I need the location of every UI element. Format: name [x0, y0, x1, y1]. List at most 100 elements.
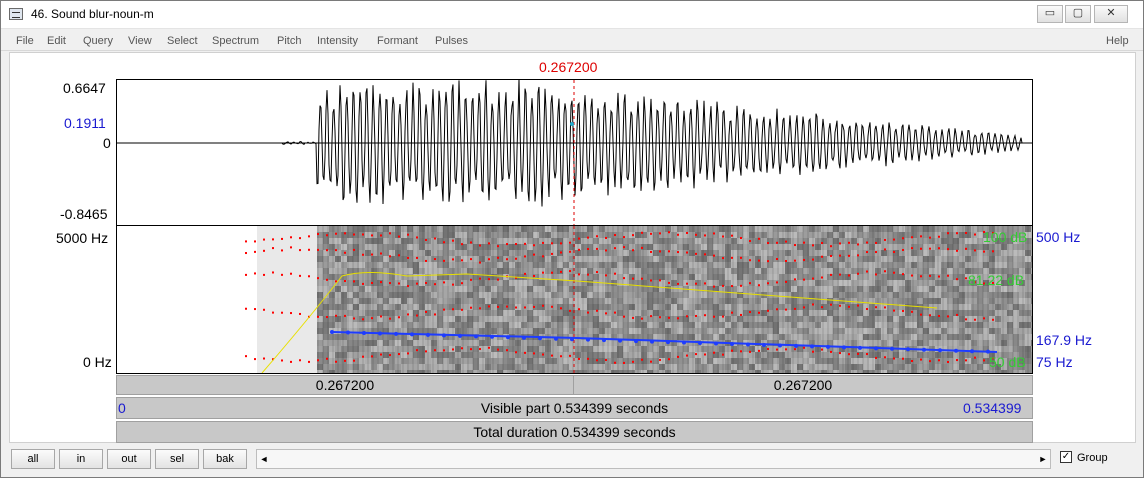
- formant-dot: [263, 273, 265, 276]
- formant-dot: [983, 250, 985, 253]
- minimize-button[interactable]: ▭: [1037, 5, 1063, 23]
- total-duration-bar[interactable]: Total duration 0.534399 seconds: [116, 421, 1033, 443]
- pitch-point: [586, 337, 590, 342]
- spectrogram-cell: [287, 274, 293, 280]
- formant-dot: [299, 274, 301, 277]
- formant-dot: [848, 353, 850, 356]
- menu-select[interactable]: Select: [167, 35, 198, 47]
- formant-dot: [533, 274, 535, 277]
- spectrogram-cell: [293, 310, 299, 316]
- formant-dot: [254, 272, 256, 275]
- spectrogram-cell: [1031, 346, 1032, 352]
- formant-dot: [434, 237, 436, 240]
- spectrogram-cell: [299, 256, 305, 262]
- spectrogram-cell: [299, 280, 305, 286]
- formant-dot: [362, 233, 364, 236]
- formant-dot: [902, 309, 904, 312]
- spectrogram-cell: [311, 322, 317, 328]
- formant-dot: [722, 315, 724, 318]
- formant-dot: [542, 271, 544, 274]
- formant-dot: [911, 247, 913, 250]
- time-scrollbar[interactable]: ◄ ►: [256, 449, 1051, 469]
- formant-dot: [344, 251, 346, 254]
- formant-dot: [452, 258, 454, 261]
- formant-dot: [326, 234, 328, 237]
- formant-dot: [695, 252, 697, 255]
- menu-pulses[interactable]: Pulses: [435, 35, 468, 47]
- menu-pitch[interactable]: Pitch: [277, 35, 301, 47]
- menu-file[interactable]: File: [16, 35, 34, 47]
- formant-dot: [821, 242, 823, 245]
- formant-dot: [740, 236, 742, 239]
- formant-dot: [560, 355, 562, 358]
- pitch-point: [394, 331, 398, 336]
- visible-start-time: 0: [118, 400, 126, 416]
- zoom-in-button[interactable]: in: [59, 449, 103, 469]
- waveform-plot: [117, 78, 1032, 225]
- menu-formant[interactable]: Formant: [377, 35, 418, 47]
- spectrogram-cell: [281, 226, 287, 232]
- spectrogram-cell: [305, 310, 311, 316]
- spectrogram-cell: [305, 364, 311, 370]
- spectrogram-cell: [293, 250, 299, 256]
- formant-dot: [560, 307, 562, 310]
- formant-dot: [470, 278, 472, 281]
- spectrogram-striation: [427, 226, 429, 373]
- spectrogram-cell: [281, 298, 287, 304]
- menu-help[interactable]: Help: [1106, 35, 1129, 47]
- menu-query[interactable]: Query: [83, 35, 113, 47]
- formant-dot: [875, 273, 877, 276]
- close-button[interactable]: ✕: [1094, 5, 1128, 23]
- scroll-right-icon[interactable]: ►: [1036, 450, 1050, 468]
- menu-view[interactable]: View: [128, 35, 152, 47]
- formant-dot: [686, 251, 688, 254]
- formant-dot: [623, 315, 625, 318]
- spectrogram-cell: [311, 316, 317, 322]
- formant-dot: [605, 249, 607, 252]
- formant-dot: [839, 352, 841, 355]
- formant-dot: [983, 317, 985, 320]
- formant-dot: [785, 259, 787, 262]
- formant-dot: [344, 314, 346, 317]
- formant-dot: [722, 257, 724, 260]
- right-half-time-bar[interactable]: 0.267200: [573, 375, 1033, 395]
- formant-dot: [749, 350, 751, 353]
- maximize-button[interactable]: ▢: [1065, 5, 1091, 23]
- spectrogram-striation: [407, 226, 409, 373]
- formant-dot: [929, 236, 931, 239]
- formant-dot: [425, 350, 427, 353]
- spectrogram-panel[interactable]: [116, 226, 1033, 374]
- zoom-selection-button[interactable]: sel: [155, 449, 199, 469]
- menu-spectrum[interactable]: Spectrum: [212, 35, 259, 47]
- waveform-panel[interactable]: [116, 78, 1033, 226]
- spectrogram-cell: [263, 322, 269, 328]
- left-half-time-bar[interactable]: 0.267200: [116, 375, 574, 395]
- zoom-back-button[interactable]: bak: [203, 449, 247, 469]
- spectrogram-cell: [257, 292, 263, 298]
- spectrogram-cell: [275, 250, 281, 256]
- group-checkbox[interactable]: ✓: [1060, 451, 1072, 463]
- spectrogram-cell: [281, 304, 287, 310]
- formant-dot: [785, 348, 787, 351]
- zoom-out-button[interactable]: out: [107, 449, 151, 469]
- menu-intensity[interactable]: Intensity: [317, 35, 358, 47]
- formant-dot: [686, 231, 688, 234]
- zoom-all-button[interactable]: all: [11, 449, 55, 469]
- pitch-value-label: 167.9 Hz: [1036, 332, 1093, 348]
- spectrogram-cell: [257, 274, 263, 280]
- spectrogram-striation: [712, 226, 714, 373]
- formant-dot: [578, 237, 580, 240]
- spectrogram-cell: [287, 322, 293, 328]
- formant-dot: [362, 253, 364, 256]
- scroll-left-icon[interactable]: ◄: [257, 450, 271, 468]
- spectrogram-cell: [281, 364, 287, 370]
- spectrogram-cell: [311, 340, 317, 346]
- formant-dot: [821, 276, 823, 279]
- formant-dot: [515, 351, 517, 354]
- visible-part-bar[interactable]: Visible part 0.534399 seconds: [116, 397, 1033, 419]
- spectrogram-striation: [847, 226, 849, 373]
- spectrogram-cell: [305, 262, 311, 268]
- menu-edit[interactable]: Edit: [47, 35, 66, 47]
- formant-dot: [776, 281, 778, 284]
- formant-dot: [533, 253, 535, 256]
